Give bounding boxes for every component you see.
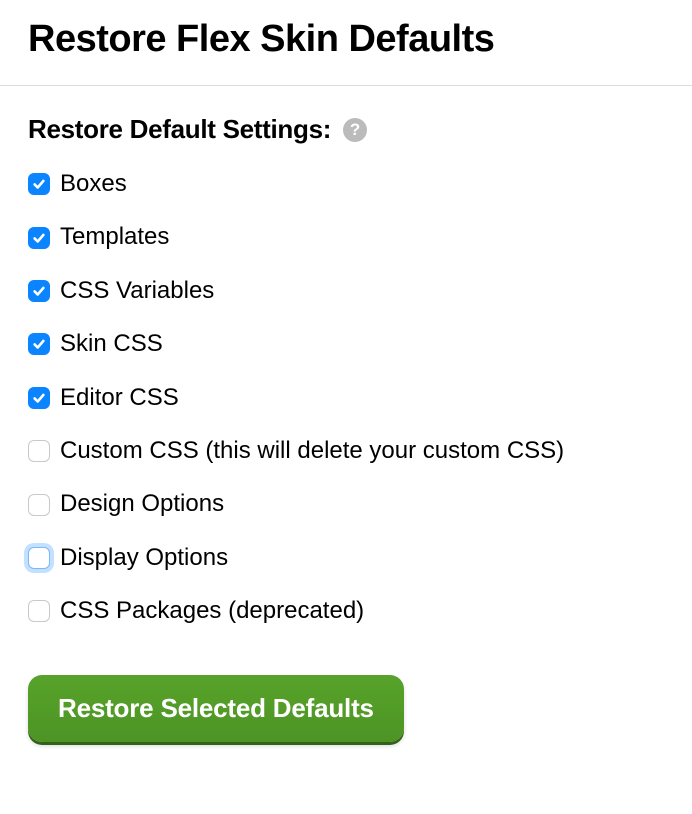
- option-label[interactable]: Display Options: [60, 545, 228, 571]
- option-row: Design Options: [28, 491, 664, 517]
- option-label[interactable]: CSS Variables: [60, 278, 214, 304]
- option-label[interactable]: Custom CSS (this will delete your custom…: [60, 438, 564, 464]
- help-icon[interactable]: ?: [343, 118, 367, 142]
- checkbox[interactable]: [28, 280, 50, 302]
- option-row: Templates: [28, 224, 664, 250]
- checkmark-icon: [32, 177, 46, 191]
- section-header: Restore Default Settings: ?: [28, 114, 664, 145]
- page-title: Restore Flex Skin Defaults: [28, 18, 664, 61]
- option-row: Editor CSS: [28, 385, 664, 411]
- checkbox[interactable]: [28, 600, 50, 622]
- checkbox[interactable]: [28, 333, 50, 355]
- divider: [0, 85, 692, 86]
- checkmark-icon: [32, 337, 46, 351]
- option-label[interactable]: Templates: [60, 224, 169, 250]
- checkbox[interactable]: [28, 173, 50, 195]
- restore-selected-defaults-button[interactable]: Restore Selected Defaults: [28, 675, 404, 742]
- option-row: Skin CSS: [28, 331, 664, 357]
- section-title: Restore Default Settings:: [28, 114, 331, 145]
- option-row: CSS Packages (deprecated): [28, 598, 664, 624]
- checkbox[interactable]: [28, 387, 50, 409]
- option-row: Display Options: [28, 545, 664, 571]
- checkbox[interactable]: [28, 494, 50, 516]
- option-label[interactable]: CSS Packages (deprecated): [60, 598, 364, 624]
- checkbox[interactable]: [28, 227, 50, 249]
- checkmark-icon: [32, 284, 46, 298]
- checkmark-icon: [32, 391, 46, 405]
- option-label[interactable]: Boxes: [60, 171, 127, 197]
- option-label[interactable]: Skin CSS: [60, 331, 163, 357]
- option-label[interactable]: Design Options: [60, 491, 224, 517]
- checkmark-icon: [32, 231, 46, 245]
- option-row: CSS Variables: [28, 278, 664, 304]
- checkbox[interactable]: [28, 440, 50, 462]
- option-row: Custom CSS (this will delete your custom…: [28, 438, 664, 464]
- option-label[interactable]: Editor CSS: [60, 385, 179, 411]
- checkbox[interactable]: [28, 547, 50, 569]
- option-row: Boxes: [28, 171, 664, 197]
- options-list: Boxes Templates CSS Variables Skin CSS Edito…: [28, 171, 664, 625]
